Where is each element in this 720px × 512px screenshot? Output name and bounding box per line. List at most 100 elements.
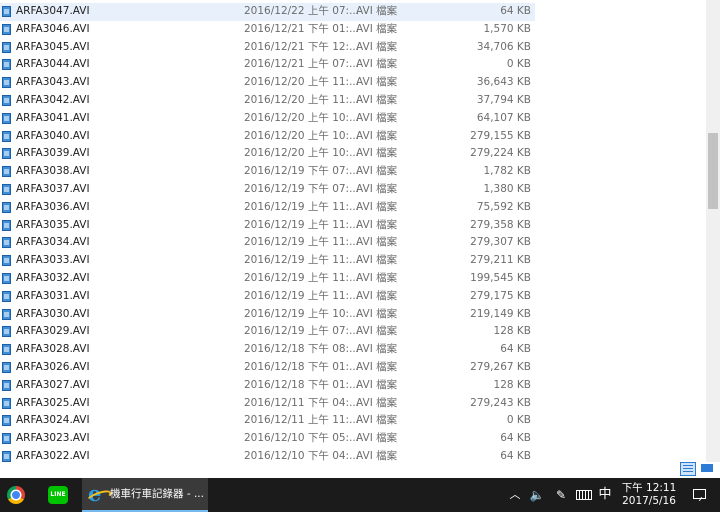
file-row[interactable]: ARFA3047.AVI 2016/12/22 上午 07:... AVI 檔案… xyxy=(0,3,535,21)
ie-taskbar-button[interactable]: e 機車行車記錄器 - ... xyxy=(82,478,208,512)
chrome-taskbar-button[interactable] xyxy=(0,478,32,512)
file-row[interactable]: ARFA3026.AVI 2016/12/18 下午 01:... AVI 檔案… xyxy=(0,359,535,377)
file-row[interactable]: ARFA3044.AVI 2016/12/21 上午 07:... AVI 檔案… xyxy=(0,56,535,74)
file-type: AVI 檔案 xyxy=(356,414,398,427)
file-type: AVI 檔案 xyxy=(356,58,398,71)
file-row[interactable]: ARFA3035.AVI 2016/12/19 上午 11:... AVI 檔案… xyxy=(0,217,535,235)
file-size: 128 KB xyxy=(493,378,531,391)
file-row[interactable]: ARFA3043.AVI 2016/12/20 上午 11:... AVI 檔案… xyxy=(0,74,535,92)
file-row[interactable]: ARFA3033.AVI 2016/12/19 上午 11:... AVI 檔案… xyxy=(0,252,535,270)
file-row[interactable]: ARFA3030.AVI 2016/12/19 上午 10:... AVI 檔案… xyxy=(0,306,535,324)
avi-file-icon xyxy=(2,59,11,71)
file-size: 36,643 KB xyxy=(476,76,531,89)
file-row[interactable]: ARFA3022.AVI 2016/12/10 下午 04:... AVI 檔案… xyxy=(0,448,535,462)
file-date: 2016/12/18 下午 01:... xyxy=(244,378,360,391)
file-size: 1,782 KB xyxy=(483,165,532,178)
pen-icon[interactable]: ✎ xyxy=(552,478,570,512)
taskbar: LINE e 機車行車記錄器 - ... ︿ 🔈 ✎ 中 下午 12:11 20… xyxy=(0,478,720,512)
file-row[interactable]: ARFA3034.AVI 2016/12/19 上午 11:... AVI 檔案… xyxy=(0,234,535,252)
file-row[interactable]: ARFA3027.AVI 2016/12/18 下午 01:... AVI 檔案… xyxy=(0,377,535,395)
file-size: 0 KB xyxy=(506,58,531,71)
avi-file-icon xyxy=(2,41,11,53)
avi-file-icon xyxy=(2,77,11,89)
file-date: 2016/12/10 下午 05:... xyxy=(244,432,360,445)
file-row[interactable]: ARFA3025.AVI 2016/12/11 下午 04:... AVI 檔案… xyxy=(0,395,535,413)
file-name: ARFA3041.AVI xyxy=(16,111,90,124)
file-date: 2016/12/19 上午 11:... xyxy=(244,272,360,284)
file-name: ARFA3023.AVI xyxy=(16,432,90,445)
file-row[interactable]: ARFA3042.AVI 2016/12/20 上午 11:... AVI 檔案… xyxy=(0,92,535,110)
file-name: ARFA3033.AVI xyxy=(16,254,90,267)
file-name: ARFA3045.AVI xyxy=(16,40,90,53)
ime-indicator[interactable]: 中 xyxy=(596,478,614,512)
file-row[interactable]: ARFA3046.AVI 2016/12/21 下午 01:... AVI 檔案… xyxy=(0,21,535,39)
file-date: 2016/12/11 上午 11:... xyxy=(244,414,360,427)
file-size: 279,267 KB xyxy=(470,361,531,373)
file-size: 1,570 KB xyxy=(483,22,532,35)
file-type: AVI 檔案 xyxy=(356,218,398,231)
file-row[interactable]: ARFA3031.AVI 2016/12/19 上午 11:... AVI 檔案… xyxy=(0,288,535,306)
clock-date: 2017/5/16 xyxy=(622,495,676,507)
file-row[interactable]: ARFA3028.AVI 2016/12/18 下午 08:... AVI 檔案… xyxy=(0,341,535,359)
details-view-icon[interactable] xyxy=(680,462,696,476)
avi-file-icon xyxy=(2,23,11,35)
chevron-up-icon[interactable]: ︿ xyxy=(508,478,522,512)
file-row[interactable]: ARFA3024.AVI 2016/12/11 上午 11:... AVI 檔案… xyxy=(0,412,535,430)
file-type: AVI 檔案 xyxy=(356,236,398,249)
file-date: 2016/12/20 上午 10:... xyxy=(244,147,360,160)
avi-file-icon xyxy=(2,433,11,445)
file-name: ARFA3025.AVI xyxy=(16,396,90,409)
file-type: AVI 檔案 xyxy=(356,361,398,373)
file-row[interactable]: ARFA3029.AVI 2016/12/19 上午 07:... AVI 檔案… xyxy=(0,323,535,341)
file-row[interactable]: ARFA3023.AVI 2016/12/10 下午 05:... AVI 檔案… xyxy=(0,430,535,448)
file-row[interactable]: ARFA3041.AVI 2016/12/20 上午 10:... AVI 檔案… xyxy=(0,110,535,128)
file-list[interactable]: ARFA3047.AVI 2016/12/22 上午 07:... AVI 檔案… xyxy=(0,0,706,462)
file-row[interactable]: ARFA3038.AVI 2016/12/19 下午 07:... AVI 檔案… xyxy=(0,163,535,181)
speaker-icon[interactable]: 🔈 xyxy=(528,478,546,512)
file-type: AVI 檔案 xyxy=(356,111,398,124)
file-row[interactable]: ARFA3039.AVI 2016/12/20 上午 10:... AVI 檔案… xyxy=(0,145,535,163)
file-row[interactable]: ARFA3032.AVI 2016/12/19 上午 11:... AVI 檔案… xyxy=(0,270,535,288)
file-type: AVI 檔案 xyxy=(356,289,398,302)
file-type: AVI 檔案 xyxy=(356,147,398,160)
ie-window-label: 機車行車記錄器 - ... xyxy=(110,488,204,500)
vertical-scrollbar[interactable] xyxy=(706,0,720,462)
file-date: 2016/12/19 下午 07:... xyxy=(244,165,360,178)
keyboard-icon[interactable] xyxy=(574,478,594,512)
notification-icon[interactable] xyxy=(688,478,712,512)
clock[interactable]: 下午 12:11 2017/5/16 xyxy=(618,478,680,512)
file-type: AVI 檔案 xyxy=(356,183,398,195)
file-type: AVI 檔案 xyxy=(356,40,398,53)
large-icons-view-icon[interactable] xyxy=(700,462,716,476)
file-date: 2016/12/10 下午 04:... xyxy=(244,450,360,462)
file-name: ARFA3027.AVI xyxy=(16,378,90,391)
file-name: ARFA3026.AVI xyxy=(16,361,90,373)
file-date: 2016/12/19 上午 10:... xyxy=(244,307,360,320)
avi-file-icon xyxy=(2,308,11,320)
file-size: 279,243 KB xyxy=(470,396,531,409)
line-taskbar-button[interactable]: LINE xyxy=(40,478,74,512)
file-size: 64 KB xyxy=(500,5,531,17)
file-date: 2016/12/19 上午 11:... xyxy=(244,218,360,231)
file-type: AVI 檔案 xyxy=(356,22,398,35)
scrollbar-thumb[interactable] xyxy=(708,133,718,209)
file-size: 279,155 KB xyxy=(470,129,531,142)
file-type: AVI 檔案 xyxy=(356,307,398,320)
file-date: 2016/12/19 上午 07:... xyxy=(244,325,360,338)
file-type: AVI 檔案 xyxy=(356,396,398,409)
file-type: AVI 檔案 xyxy=(356,94,398,106)
avi-file-icon xyxy=(2,130,11,142)
file-size: 75,592 KB xyxy=(476,200,531,213)
internet-explorer-icon: e xyxy=(88,483,108,505)
file-row[interactable]: ARFA3045.AVI 2016/12/21 下午 12:... AVI 檔案… xyxy=(0,39,535,57)
file-row[interactable]: ARFA3037.AVI 2016/12/19 下午 07:... AVI 檔案… xyxy=(0,181,535,199)
file-row[interactable]: ARFA3040.AVI 2016/12/20 上午 10:... AVI 檔案… xyxy=(0,128,535,146)
avi-file-icon xyxy=(2,273,11,284)
file-type: AVI 檔案 xyxy=(356,254,398,267)
avi-file-icon xyxy=(2,451,11,462)
file-row[interactable]: ARFA3036.AVI 2016/12/19 上午 11:... AVI 檔案… xyxy=(0,199,535,217)
avi-file-icon xyxy=(2,415,11,427)
file-name: ARFA3037.AVI xyxy=(16,183,90,195)
file-size: 34,706 KB xyxy=(476,40,531,53)
file-size: 219,149 KB xyxy=(470,307,531,320)
